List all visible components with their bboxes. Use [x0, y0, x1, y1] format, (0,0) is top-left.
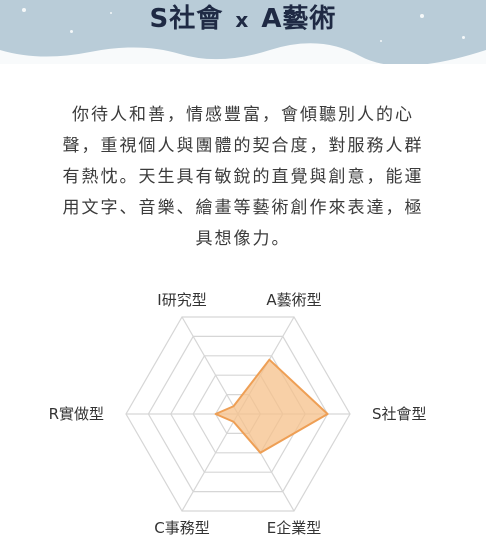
snow-dot [380, 40, 382, 42]
description-line: 具想像力。 [195, 229, 291, 249]
holland-radar-chart: I研究型 A藝術型 S社會型 E企業型 C事務型 R實做型 [49, 291, 427, 537]
radar-data-shape [214, 358, 329, 454]
radar-score-polygon [214, 358, 329, 454]
radar-spoke [181, 413, 239, 512]
result-description: 你待人和善，情感豐富，會傾聽別人的心 聲，重視個人與團體的契合度，對服務人群 有… [40, 100, 446, 255]
description-line: 用文字、音樂、繪畫等藝術創作來表達，極 [62, 198, 424, 218]
result-page: S社會 x A藝術 你待人和善，情感豐富，會傾聽別人的心 聲，重視個人與團體的契… [0, 0, 486, 549]
result-title: S社會 x A藝術 [0, 3, 486, 36]
radar-axis-label: C事務型 [154, 519, 209, 537]
description-line: 你待人和善，情感豐富，會傾聽別人的心 [72, 105, 414, 125]
title-secondary-type: A藝術 [261, 4, 337, 34]
radar-axis-label: S社會型 [372, 405, 427, 423]
radar-axis-label: R實做型 [49, 405, 104, 423]
radar-axis-label: A藝術型 [266, 291, 321, 309]
title-primary-type: S社會 [149, 4, 224, 34]
description-line: 聲，重視個人與團體的契合度，對服務人群 [62, 136, 424, 156]
description-line: 有熱忱。天生具有敏銳的直覺與創意，能運 [62, 167, 424, 187]
radar-axis-label: E企業型 [267, 519, 321, 537]
radar-spoke [181, 316, 239, 415]
radar-axis-label: I研究型 [157, 291, 206, 309]
snow-dot [462, 36, 465, 39]
title-separator: x [235, 8, 250, 32]
